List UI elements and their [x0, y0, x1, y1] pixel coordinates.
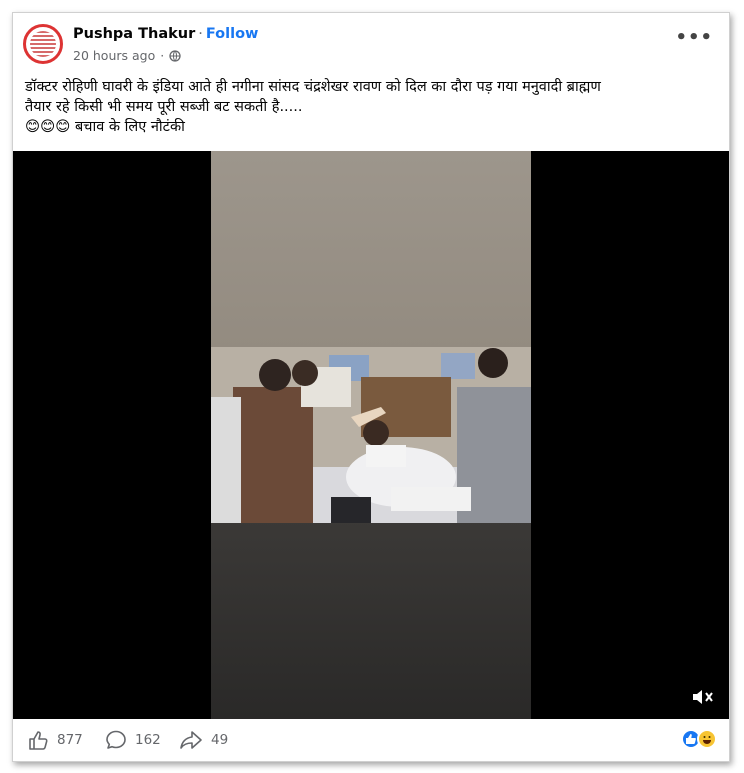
scene-illustration	[211, 347, 531, 523]
video-scene	[211, 347, 531, 523]
separator: ·	[198, 26, 203, 42]
video-frame	[211, 151, 531, 719]
comment-count: 162	[135, 732, 161, 748]
more-options-button[interactable]: •••	[675, 27, 713, 48]
comment-icon	[106, 730, 126, 749]
post-meta: 20 hours ago ·	[73, 48, 181, 63]
like-icon	[29, 731, 48, 750]
comment-button[interactable]: 162	[105, 719, 161, 761]
author-row: Pushpa Thakur · Follow	[73, 26, 258, 42]
caption-emojis: 😊😊😊	[25, 119, 71, 135]
post-card: Pushpa Thakur · Follow 20 hours ago · ••• …	[12, 12, 730, 762]
post-caption: डॉक्टर रोहिणी घावरी के इंडिया आते ही नगी…	[25, 77, 715, 137]
follow-button[interactable]: Follow	[206, 26, 259, 42]
caption-text: बचाव के लिए नौटंकी	[74, 119, 185, 135]
reaction-summary[interactable]	[681, 729, 717, 749]
video-player[interactable]	[13, 151, 729, 719]
avatar-image	[30, 31, 56, 57]
share-icon	[180, 731, 202, 749]
globe-icon	[169, 49, 181, 62]
post-footer: 877 162 49	[13, 719, 729, 761]
timestamp[interactable]: 20 hours ago	[73, 48, 155, 63]
caption-line-1: डॉक्टर रोहिणी घावरी के इंडिया आते ही नगी…	[25, 79, 601, 95]
like-count: 877	[57, 732, 83, 748]
like-button[interactable]: 877	[27, 719, 83, 761]
share-count: 49	[211, 732, 229, 748]
post-header: Pushpa Thakur · Follow 20 hours ago · •••	[13, 13, 729, 73]
share-button[interactable]: 49	[179, 719, 228, 761]
mute-icon[interactable]	[691, 687, 715, 707]
avatar[interactable]	[23, 24, 63, 64]
haha-reaction-icon	[697, 729, 717, 749]
caption-line-2: तैयार रहे किसी भी समय पूरी सब्जी बट सकती…	[25, 99, 303, 115]
author-name[interactable]: Pushpa Thakur	[73, 26, 195, 42]
caption-line-3: 😊😊😊 बचाव के लिए नौटंकी	[25, 117, 715, 137]
meta-separator: ·	[160, 48, 165, 63]
